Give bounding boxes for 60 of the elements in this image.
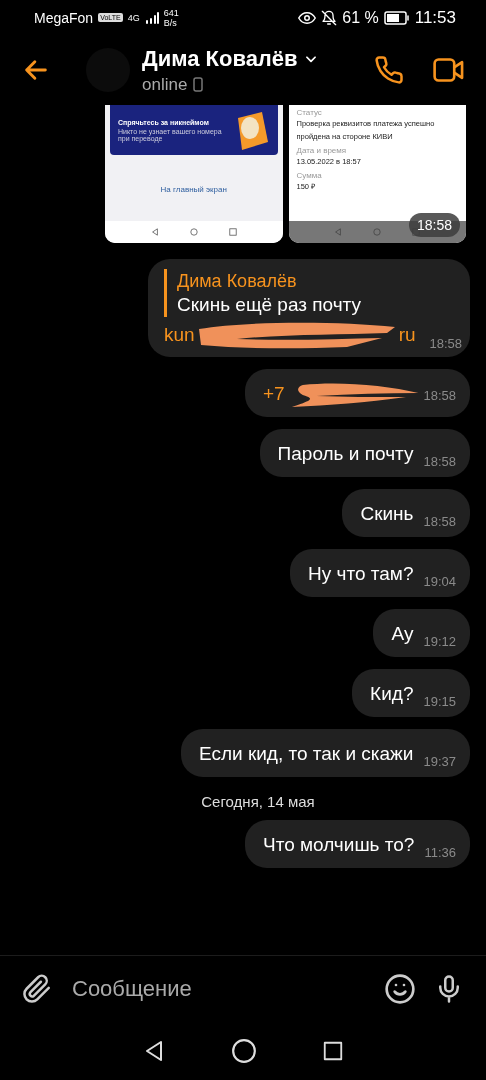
message-time: 19:15: [423, 694, 456, 709]
message-time: 18:58: [423, 387, 456, 403]
message-input[interactable]: Сообщение: [70, 975, 366, 1003]
message-bubble[interactable]: Что молчишь то? 11:36: [245, 820, 470, 868]
phone-number: +7: [263, 383, 285, 405]
contact-name[interactable]: Дима Ковалёв: [142, 45, 298, 72]
message-text: Пароль и почту: [277, 442, 414, 466]
home-screen-link[interactable]: На главный экран: [110, 185, 278, 194]
message-text: Кид?: [370, 682, 414, 706]
message-bubble[interactable]: +7 18:58: [245, 369, 470, 417]
message-time: 19:37: [423, 754, 456, 769]
field-label: Сумма: [296, 171, 323, 180]
home-icon: [373, 228, 382, 236]
network-type: 4G: [127, 12, 140, 23]
message-time: 19:04: [423, 574, 456, 589]
message-text: Скинь: [360, 502, 414, 526]
carrier-name: MegaFon: [34, 10, 94, 25]
bell-off-icon: [321, 9, 338, 26]
back-icon: [150, 228, 159, 236]
message-text: Если кид, то так и скажи: [198, 742, 414, 766]
message-bubble[interactable]: Ну что там? 19:04: [290, 549, 470, 597]
message-bubble[interactable]: Если кид, то так и скажи 19:37: [180, 729, 470, 777]
image-time: 18:58: [408, 213, 460, 237]
quote-text: Скинь ещё раз почту: [177, 293, 363, 317]
message-bubble[interactable]: Кид? 19:15: [352, 669, 470, 717]
message-text: Ну что там?: [308, 562, 414, 586]
message-bubble[interactable]: Ау 19:12: [373, 609, 470, 657]
phone-device-icon: [193, 77, 204, 92]
contact-status: online: [142, 74, 188, 95]
date-separator: Сегодня, 14 мая: [201, 793, 315, 810]
speed-unit: B/s: [163, 17, 178, 28]
message-bubble[interactable]: Скинь 18:58: [342, 489, 470, 537]
message-time: 18:58: [423, 454, 456, 469]
phone-call-icon: [374, 55, 404, 85]
paperclip-icon: [22, 974, 52, 1004]
home-icon: [189, 228, 198, 236]
message-time: 11:36: [424, 845, 456, 860]
message-bubble[interactable]: Пароль и почту 18:58: [259, 429, 470, 477]
emoji-icon: [384, 973, 416, 1005]
quote-author: Дима Ковалёв: [177, 270, 298, 293]
battery-icon: [383, 10, 410, 25]
message-text: Ау: [391, 622, 414, 646]
field-label: Статус: [296, 108, 323, 117]
email-link[interactable]: kun: [164, 324, 195, 346]
video-call-icon: [432, 55, 466, 85]
clock: 11:53: [414, 9, 456, 26]
quoted-message[interactable]: Дима Ковалёв Скинь ещё раз почту: [164, 269, 420, 317]
message-time: 19:12: [423, 634, 456, 649]
back-icon: [334, 228, 343, 236]
message-bubble[interactable]: Дима Ковалёв Скинь ещё раз почту kun ru 18:58: [148, 259, 470, 357]
email-link[interactable]: ru: [398, 324, 416, 346]
home-icon: [231, 1038, 257, 1064]
network-speed: 641: [163, 7, 179, 18]
eye-icon: [298, 10, 317, 25]
field-label: Дата и время: [296, 146, 348, 155]
message-text: Что молчишь то?: [263, 833, 415, 857]
signal-icon: [144, 11, 159, 24]
message-time: 18:58: [429, 336, 463, 351]
message-time: 18:58: [423, 514, 456, 529]
battery-percent: 61 %: [342, 9, 379, 26]
